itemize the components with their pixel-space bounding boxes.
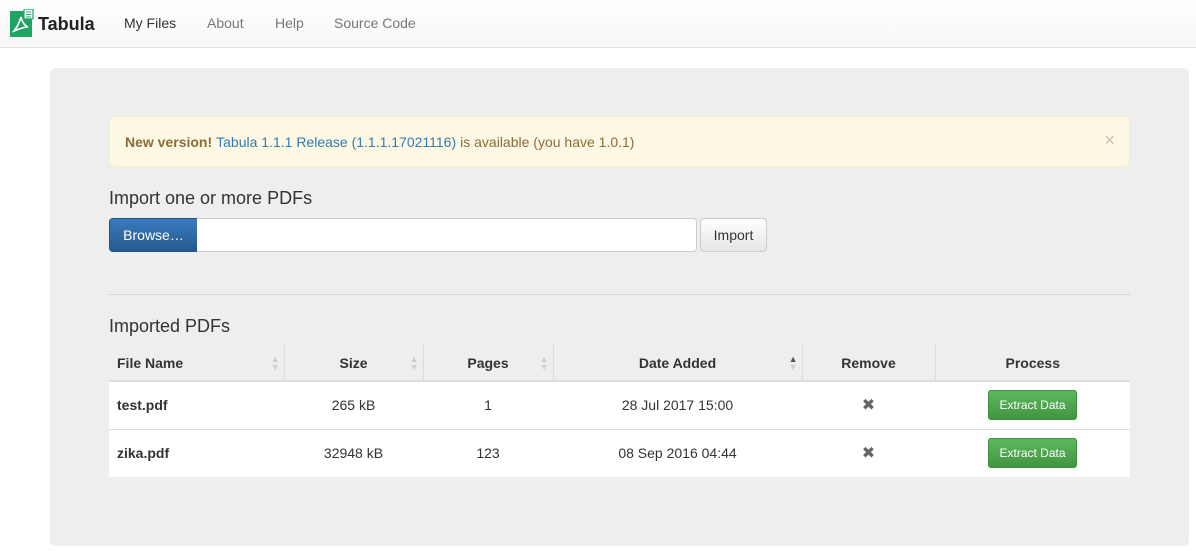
file-path-input[interactable] — [197, 218, 697, 252]
alert-strong: New version! — [125, 133, 213, 150]
extract-data-button[interactable]: Extract Data — [988, 438, 1077, 469]
col-remove: Remove — [802, 345, 936, 382]
nav-my-files[interactable]: My Files — [124, 15, 176, 31]
col-size-label: Size — [339, 354, 368, 371]
remove-icon[interactable]: ✖ — [862, 445, 875, 462]
col-date-added-label: Date Added — [638, 354, 717, 371]
import-button[interactable]: Import — [700, 218, 767, 252]
sort-ascending-icon[interactable]: ▲ ▼ — [789, 355, 798, 372]
brand-name: Tabula — [38, 13, 95, 34]
imported-heading: Imported PDFs — [109, 316, 231, 336]
file-name-cell[interactable]: test.pdf — [109, 380, 284, 429]
size-cell: 32948 kB — [284, 428, 423, 477]
remove-cell: ✖ — [802, 428, 935, 477]
table-row: test.pdf 265 kB 1 28 Jul 2017 15:00 ✖ Ex… — [109, 380, 1130, 429]
col-date-added[interactable]: Date Added ▲ ▼ — [553, 345, 803, 382]
table-header-row: File Name ▲ ▼ Size ▲ ▼ Pages ▲ ▼ Date Added… — [109, 345, 1130, 382]
sort-icon[interactable]: ▲ ▼ — [271, 355, 280, 372]
col-process-label: Process — [1005, 354, 1060, 371]
nav-about[interactable]: About — [207, 15, 244, 31]
extract-data-button[interactable]: Extract Data — [988, 390, 1077, 421]
col-pages[interactable]: Pages ▲ ▼ — [423, 345, 554, 382]
import-heading: Import one or more PDFs — [109, 188, 313, 208]
table-row: zika.pdf 32948 kB 123 08 Sep 2016 04:44 … — [109, 428, 1130, 477]
col-process: Process — [935, 345, 1130, 382]
close-icon[interactable]: × — [1104, 131, 1115, 149]
pages-cell: 123 — [423, 428, 553, 477]
col-size[interactable]: Size ▲ ▼ — [284, 345, 424, 382]
imported-files-table: File Name ▲ ▼ Size ▲ ▼ Pages ▲ ▼ Date Added… — [109, 345, 1130, 477]
nav-help[interactable]: Help — [275, 15, 304, 31]
sort-icon[interactable]: ▲ ▼ — [540, 355, 549, 372]
col-remove-label: Remove — [841, 354, 896, 371]
version-alert: New version! Tabula 1.1.1 Release (1.1.1… — [109, 116, 1130, 167]
main-panel: New version! Tabula 1.1.1 Release (1.1.1… — [50, 68, 1189, 546]
brand[interactable]: Tabula — [8, 7, 95, 41]
process-cell: Extract Data — [935, 428, 1130, 477]
release-link[interactable]: Tabula 1.1.1 Release (1.1.1.17021116) — [216, 134, 456, 150]
tabula-logo-icon — [10, 9, 34, 37]
browse-button[interactable]: Browse… — [109, 218, 198, 252]
alert-message: is available (you have 1.0.1) — [460, 133, 635, 150]
navbar: Tabula My Files About Help Source Code — [0, 0, 1196, 48]
pages-cell: 1 — [423, 380, 553, 429]
col-file-name-label: File Name — [117, 354, 184, 371]
process-cell: Extract Data — [935, 380, 1130, 429]
col-file-name[interactable]: File Name ▲ ▼ — [109, 345, 285, 382]
col-pages-label: Pages — [467, 354, 509, 371]
nav-source-code[interactable]: Source Code — [334, 15, 416, 31]
divider — [109, 294, 1130, 295]
date-cell: 08 Sep 2016 04:44 — [553, 428, 802, 477]
remove-cell: ✖ — [802, 380, 935, 429]
size-cell: 265 kB — [284, 380, 423, 429]
remove-icon[interactable]: ✖ — [862, 397, 875, 414]
date-cell: 28 Jul 2017 15:00 — [553, 380, 802, 429]
file-name-cell[interactable]: zika.pdf — [109, 428, 284, 477]
sort-icon[interactable]: ▲ ▼ — [410, 355, 419, 372]
